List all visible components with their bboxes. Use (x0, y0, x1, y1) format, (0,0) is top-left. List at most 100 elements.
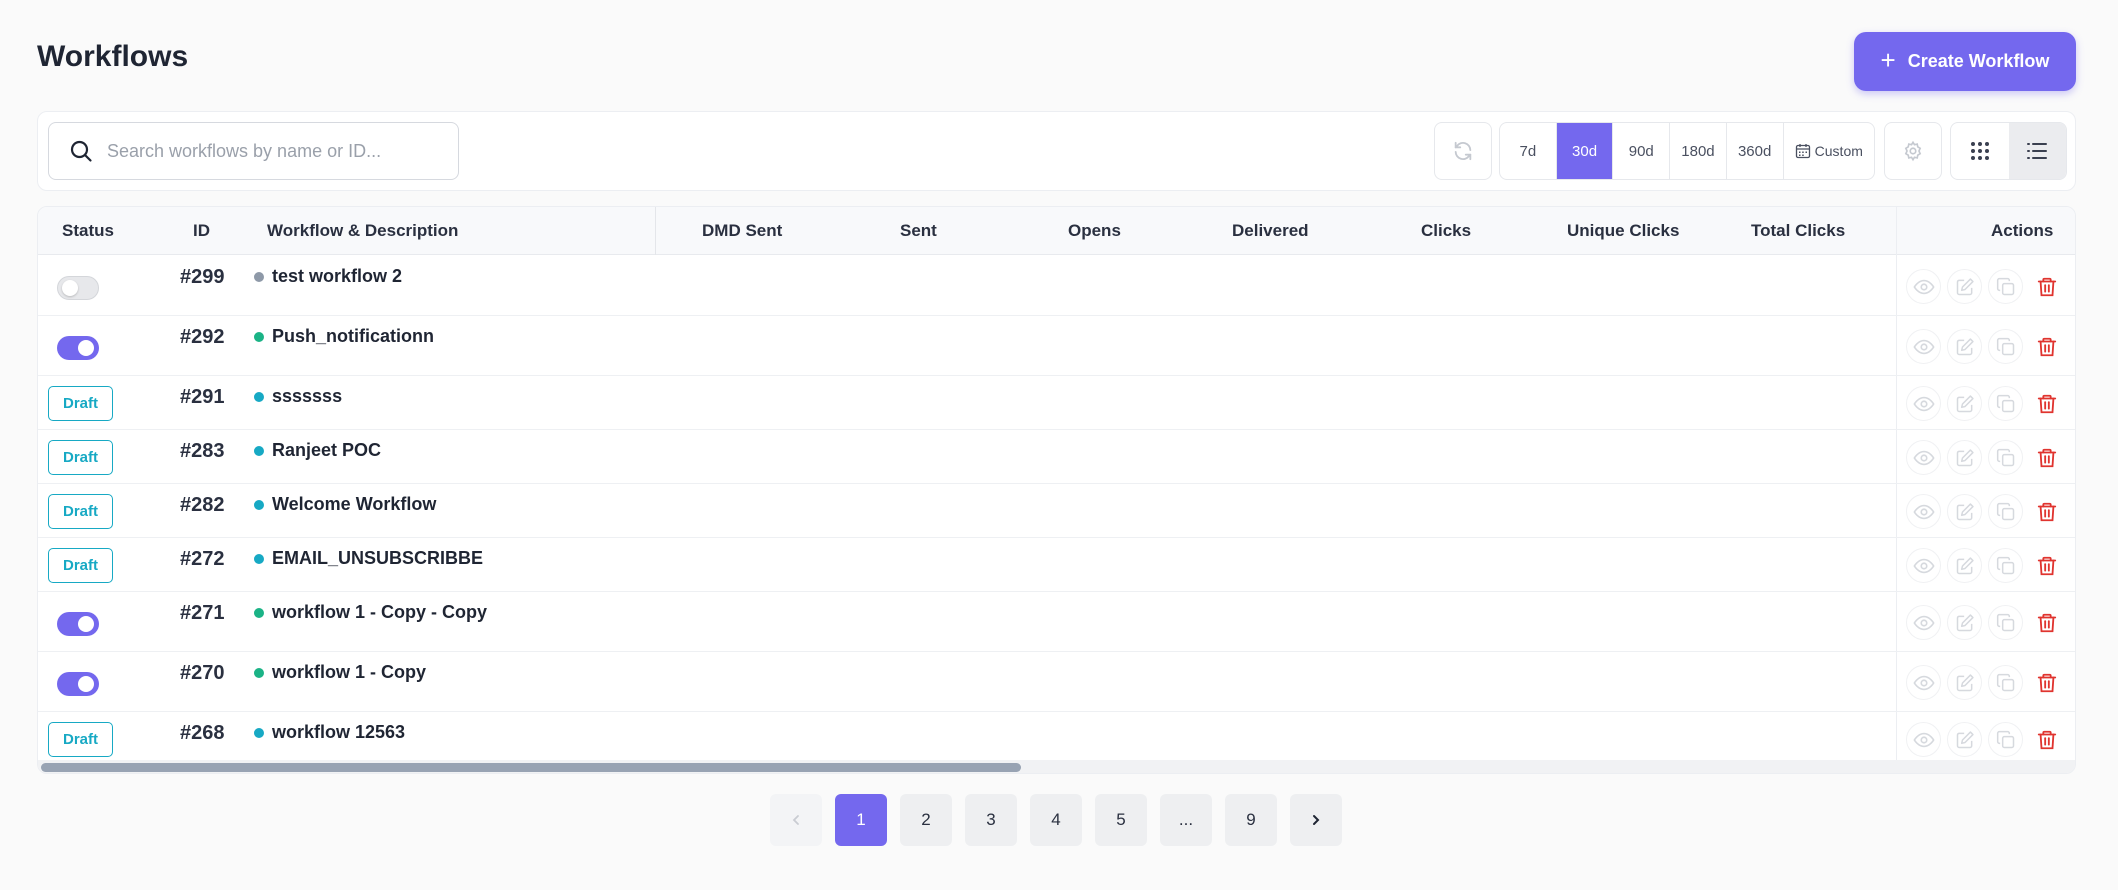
workflow-name-cell[interactable]: workflow 1 - Copy - Copy (254, 602, 487, 623)
table-row[interactable]: #292 Push_notificationn (38, 316, 2075, 376)
row-actions (1906, 605, 2064, 640)
column-workflow: Workflow & Description (267, 221, 459, 240)
edit-button[interactable] (1947, 440, 1982, 475)
refresh-button[interactable] (1434, 122, 1492, 180)
column-clicks: Clicks (1421, 221, 1472, 240)
table-row[interactable]: Draft #291 sssssss (38, 376, 2075, 430)
workflow-name-cell[interactable]: sssssss (254, 386, 342, 407)
edit-button[interactable] (1947, 494, 1982, 529)
toolbar: 7d30d90d180d360d Custom (37, 111, 2076, 191)
copy-button[interactable] (1988, 440, 2023, 475)
scrollbar-thumb[interactable] (41, 763, 1021, 772)
table-row[interactable]: Draft #268 workflow 12563 (38, 712, 2075, 766)
workflow-name-cell[interactable]: workflow 1 - Copy (254, 662, 426, 683)
toggle-knob (78, 616, 94, 632)
workflow-name-cell[interactable]: test workflow 2 (254, 266, 402, 287)
range-7d-button[interactable]: 7d (1500, 123, 1557, 179)
delete-button[interactable] (2029, 494, 2064, 529)
status-toggle[interactable] (57, 276, 99, 300)
workflow-name-cell[interactable]: Ranjeet POC (254, 440, 381, 461)
page-4-button[interactable]: 4 (1030, 794, 1082, 846)
view-button[interactable] (1906, 329, 1941, 364)
row-actions (1906, 329, 2064, 364)
trash-icon (2037, 502, 2056, 521)
copy-button[interactable] (1988, 605, 2023, 640)
table-row[interactable]: Draft #282 Welcome Workflow (38, 484, 2075, 538)
copy-button[interactable] (1988, 386, 2023, 421)
delete-button[interactable] (2029, 722, 2064, 757)
delete-button[interactable] (2029, 548, 2064, 583)
range-180d-button[interactable]: 180d (1670, 123, 1727, 179)
row-actions (1906, 548, 2064, 583)
create-workflow-button[interactable]: + Create Workflow (1854, 32, 2076, 91)
view-button[interactable] (1906, 665, 1941, 700)
table-row[interactable]: Draft #283 Ranjeet POC (38, 430, 2075, 484)
page-3-button[interactable]: 3 (965, 794, 1017, 846)
status-dot (254, 271, 264, 282)
workflow-name-cell[interactable]: Welcome Workflow (254, 494, 436, 515)
workflow-name-cell[interactable]: EMAIL_UNSUBSCRIBBE (254, 548, 483, 569)
column-divider (655, 207, 656, 255)
table-row[interactable]: Draft #272 EMAIL_UNSUBSCRIBBE (38, 538, 2075, 592)
edit-button[interactable] (1947, 665, 1982, 700)
copy-button[interactable] (1988, 269, 2023, 304)
view-button[interactable] (1906, 722, 1941, 757)
view-button[interactable] (1906, 605, 1941, 640)
draft-badge: Draft (48, 386, 113, 421)
range-90d-button[interactable]: 90d (1613, 123, 1671, 179)
status-toggle[interactable] (57, 612, 99, 636)
workflow-name-cell[interactable]: Push_notificationn (254, 326, 434, 347)
horizontal-scrollbar[interactable] (38, 760, 2075, 773)
view-button[interactable] (1906, 494, 1941, 529)
settings-button[interactable] (1884, 122, 1942, 180)
delete-button[interactable] (2029, 269, 2064, 304)
workflow-name-cell[interactable]: workflow 12563 (254, 722, 405, 743)
prev-page-button[interactable] (770, 794, 822, 846)
view-button[interactable] (1906, 386, 1941, 421)
table-row[interactable]: #299 test workflow 2 (38, 256, 2075, 316)
edit-button[interactable] (1947, 548, 1982, 583)
copy-button[interactable] (1988, 494, 2023, 529)
view-button[interactable] (1906, 548, 1941, 583)
page-1-button[interactable]: 1 (835, 794, 887, 846)
table-row[interactable]: #271 workflow 1 - Copy - Copy (38, 592, 2075, 652)
copy-button[interactable] (1988, 722, 2023, 757)
eye-icon (1912, 450, 1935, 465)
status-toggle[interactable] (57, 336, 99, 360)
edit-button[interactable] (1947, 722, 1982, 757)
edit-button[interactable] (1947, 605, 1982, 640)
range-custom-button[interactable]: Custom (1784, 123, 1874, 179)
copy-button[interactable] (1988, 329, 2023, 364)
delete-button[interactable] (2029, 440, 2064, 475)
copy-button[interactable] (1988, 665, 2023, 700)
delete-button[interactable] (2029, 665, 2064, 700)
list-view-button[interactable] (2008, 123, 2066, 179)
workflow-id: #272 (180, 548, 225, 570)
next-page-button[interactable] (1290, 794, 1342, 846)
range-360d-button[interactable]: 360d (1727, 123, 1784, 179)
delete-button[interactable] (2029, 329, 2064, 364)
delete-button[interactable] (2029, 386, 2064, 421)
grid-view-button[interactable] (1951, 123, 2009, 179)
column-actions: Actions (1991, 221, 2054, 240)
edit-button[interactable] (1947, 386, 1982, 421)
search-input[interactable] (107, 140, 427, 162)
delete-button[interactable] (2029, 605, 2064, 640)
edit-icon (1956, 277, 1974, 295)
view-button[interactable] (1906, 269, 1941, 304)
copy-button[interactable] (1988, 548, 2023, 583)
status-toggle[interactable] (57, 672, 99, 696)
view-button[interactable] (1906, 440, 1941, 475)
trash-icon (2037, 448, 2056, 467)
page-9-button[interactable]: 9 (1225, 794, 1277, 846)
list-icon (2027, 143, 2048, 159)
page-5-button[interactable]: 5 (1095, 794, 1147, 846)
edit-button[interactable] (1947, 329, 1982, 364)
range-30d-button[interactable]: 30d (1556, 123, 1614, 179)
workflow-name: workflow 1 - Copy - Copy (272, 602, 488, 622)
trash-icon (2037, 556, 2056, 575)
edit-button[interactable] (1947, 269, 1982, 304)
page-2-button[interactable]: 2 (900, 794, 952, 846)
table-row[interactable]: #270 workflow 1 - Copy (38, 652, 2075, 712)
row-actions (1906, 665, 2064, 700)
